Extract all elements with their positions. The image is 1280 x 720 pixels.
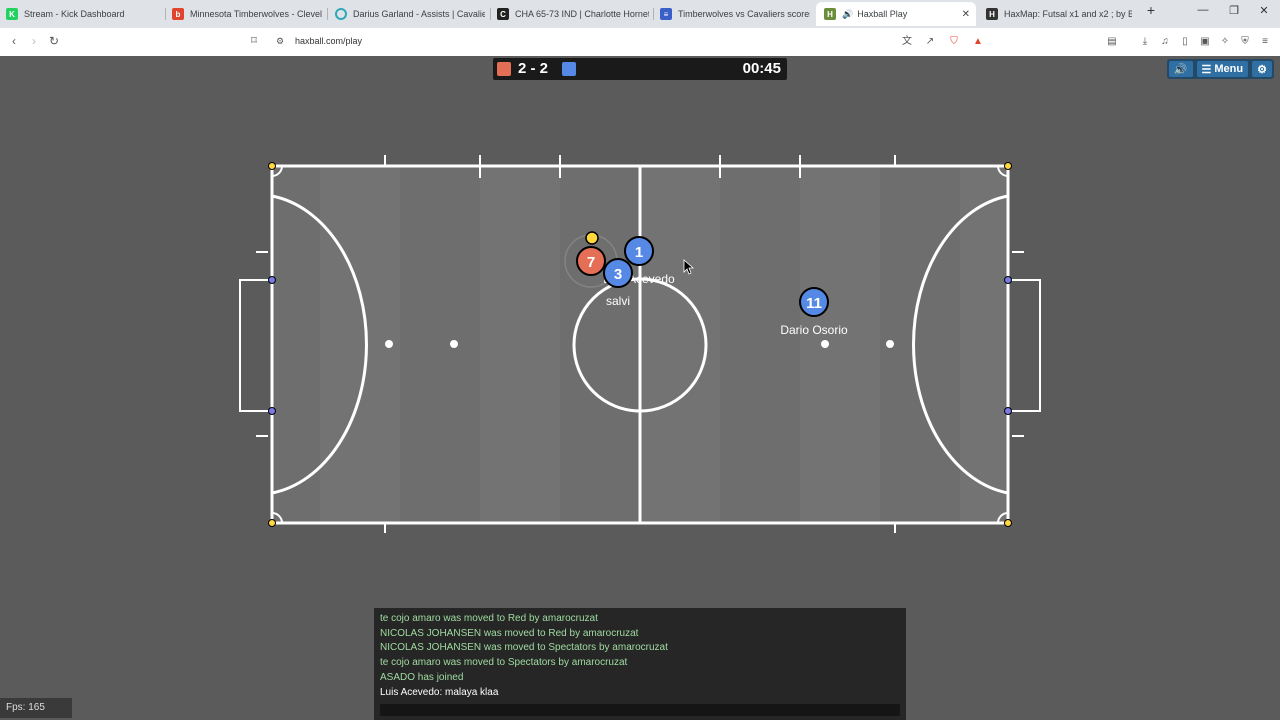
bookmark-icon[interactable]: ⌑ [246,34,262,47]
espn-icon: C [497,8,509,20]
tab-title: Stream - Kick Dashboard [24,9,125,19]
tab-scores[interactable]: ≡ Timberwolves vs Cavaliers scores & [660,2,810,26]
chat-message: Luis Acevedo: malaya klaa [380,686,499,698]
browser-menu-icon[interactable]: ≡ [1258,35,1272,49]
chat-message: NICOLAS JOHANSEN was moved to Spectators… [380,642,668,654]
player-name: salvi [606,294,630,308]
tab-title: Timberwolves vs Cavaliers scores & [678,9,810,19]
brave-shield-icon[interactable]: ⛉ [947,35,961,49]
right-goal [1008,279,1041,412]
tab-title: Darius Garland - Assists | Cavaliers @ [353,9,485,19]
player-number: 3 [614,266,622,283]
player-red-7: 7 [576,246,606,276]
minimize-icon[interactable]: — [1193,4,1213,16]
player-number: 11 [806,295,822,312]
tab-title: Haxball Play [857,9,908,19]
forward-icon[interactable]: › [26,34,42,48]
kick-icon: K [6,8,18,20]
chat-message: te cojo amaro was moved to Red by amaroc… [380,613,598,624]
haxball-icon: H [824,8,836,20]
left-goal [239,279,272,412]
tab-garland[interactable]: Darius Garland - Assists | Cavaliers @ [335,2,485,26]
player-name: Dario Osorio [780,323,848,337]
player-blue-3: 3 salvi [603,258,633,308]
restore-icon[interactable]: ❐ [1224,4,1244,17]
new-tab-icon[interactable]: + [1141,2,1161,18]
reader-icon[interactable]: ▤ [1105,35,1119,49]
tab-cha-ind[interactable]: C CHA 65-73 IND | Charlotte Hornets [497,2,649,26]
url-field[interactable]: haxball.com/play [295,36,362,46]
tab-timberwolves[interactable]: b Minnesota Timberwolves - Clevelan [172,2,322,26]
bing-icon: b [172,8,184,20]
site-info-icon[interactable]: ⚙ [272,36,288,47]
chat-box: te cojo amaro was moved to Red by amaroc… [374,608,906,720]
close-tab-icon[interactable]: ✕ [962,9,970,20]
tab-title: HaxMap: Futsal x1 and x2 ; by Bazin [1004,9,1132,19]
player-number: 1 [635,244,643,261]
speaker-icon: 🔊 [842,8,854,19]
translate-icon[interactable]: 文 [900,35,914,49]
reload-icon[interactable]: ↻ [46,34,62,48]
haxmap-icon: H [986,8,998,20]
game-area[interactable]: 2 - 2 00:45 🔊 ☰ Menu ⚙ 7 1 Luis Acevedo … [0,56,1280,720]
chat-input[interactable] [380,704,900,716]
browser-tab-bar: K Stream - Kick Dashboard b Minnesota Ti… [0,0,1280,28]
scores-icon: ≡ [660,8,672,20]
chat-message: ASADO has joined [380,671,464,683]
fps-counter: Fps: 165 [0,698,72,718]
sidebar-icon[interactable]: ▯ [1178,35,1192,49]
tab-haxball-play[interactable]: H 🔊 Haxball Play ✕ [816,2,976,26]
download-icon[interactable]: ⤓ [1138,35,1152,49]
tab-haxmap[interactable]: H HaxMap: Futsal x1 and x2 ; by Bazin [986,2,1132,26]
close-window-icon[interactable]: ✕ [1254,4,1274,17]
back-icon[interactable]: ‹ [6,34,22,48]
address-bar: ‹ › ↻ ⌑ ⚙ haxball.com/play 文 ↗ ⛉ ▲ ▤ ⤓ ♫… [0,28,1280,57]
tab-title: Minnesota Timberwolves - Clevelan [190,9,322,19]
vpn-icon[interactable]: ⛨ [1238,35,1252,49]
music-icon[interactable]: ♫ [1158,35,1172,49]
rewards-icon[interactable]: ▲ [971,35,985,49]
chat-message: NICOLAS JOHANSEN was moved to Red by ama… [380,627,639,639]
loading-icon [335,8,347,20]
player-number: 7 [587,254,595,271]
tab-kick[interactable]: K Stream - Kick Dashboard [6,2,164,26]
tab-title: CHA 65-73 IND | Charlotte Hornets [515,9,649,19]
leo-icon[interactable]: ✧ [1218,35,1232,49]
chat-message: te cojo amaro was moved to Spectators by… [380,657,628,669]
ball [585,231,599,245]
share-icon[interactable]: ↗ [923,35,937,49]
wallet-icon[interactable]: ▣ [1198,35,1212,49]
